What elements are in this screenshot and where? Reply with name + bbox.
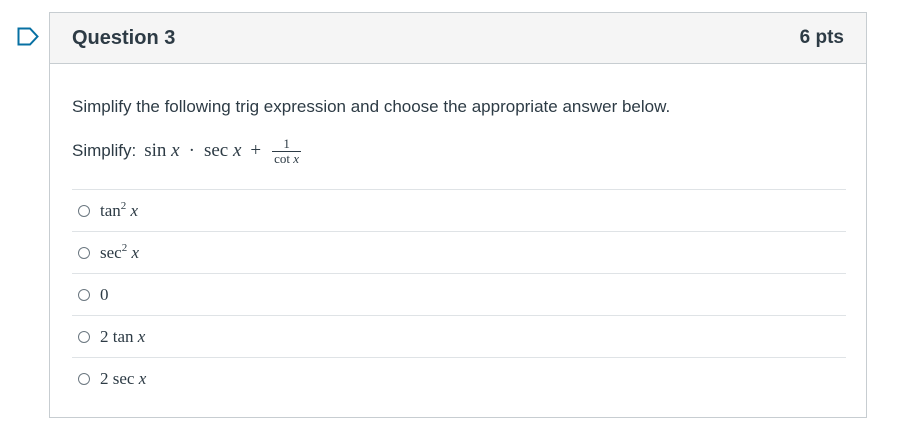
quiz-page: Question 3 6 pts Simplify the following … bbox=[0, 0, 900, 447]
question-prompt: Simplify the following trig expression a… bbox=[72, 97, 671, 116]
answer-coef: 0 bbox=[100, 284, 109, 304]
answer-var: x bbox=[138, 368, 147, 388]
answer-option[interactable]: sec2 x bbox=[72, 231, 846, 273]
question-points: 6 pts bbox=[799, 27, 844, 48]
math-expression: sin x · sec x + 1 cot x bbox=[144, 136, 302, 166]
answer-coef: 2 bbox=[100, 326, 109, 346]
answer-power: 2 bbox=[120, 199, 127, 212]
answer-fn: tan bbox=[100, 200, 121, 220]
answer-coef: 2 bbox=[100, 368, 109, 388]
simplify-line: Simplify: sin x · sec x + 1 cot x bbox=[72, 136, 302, 166]
radio-button-icon[interactable] bbox=[78, 288, 90, 301]
expr-term1-fn: sin bbox=[144, 139, 167, 161]
fraction-den-fn: cot bbox=[274, 151, 290, 166]
answer-fn: sec bbox=[112, 368, 135, 388]
simplify-label: Simplify: bbox=[72, 140, 137, 160]
expr-term2-var: x bbox=[232, 139, 242, 161]
answer-label: tan2 x bbox=[100, 199, 139, 221]
radio-button-icon[interactable] bbox=[78, 330, 90, 343]
answer-list: tan2 x sec2 x 0 2 tan x 2 sec x bbox=[72, 189, 846, 399]
answer-option[interactable]: tan2 x bbox=[72, 189, 846, 231]
expr-term1-var: x bbox=[171, 139, 180, 161]
answer-label: 0 bbox=[100, 285, 109, 305]
answer-label: 2 sec x bbox=[100, 369, 146, 389]
fraction-numerator: 1 bbox=[283, 136, 290, 151]
fraction-denominator: cot x bbox=[272, 152, 301, 166]
radio-button-icon[interactable] bbox=[78, 204, 90, 217]
expr-fraction: 1 cot x bbox=[272, 136, 302, 166]
radio-button-icon[interactable] bbox=[78, 246, 90, 259]
answer-fn: sec bbox=[100, 242, 122, 262]
flag-question-icon[interactable] bbox=[17, 27, 39, 46]
question-header: Question 3 6 pts bbox=[50, 13, 866, 64]
answer-option[interactable]: 2 sec x bbox=[72, 357, 846, 399]
expr-plus: + bbox=[250, 139, 262, 161]
answer-var: x bbox=[130, 200, 139, 220]
fraction-den-var: x bbox=[293, 151, 300, 166]
answer-option[interactable]: 0 bbox=[72, 273, 846, 315]
answer-label: 2 tan x bbox=[100, 327, 145, 347]
answer-option[interactable]: 2 tan x bbox=[72, 315, 846, 357]
answer-power: 2 bbox=[121, 241, 128, 254]
question-title: Question 3 bbox=[72, 27, 176, 49]
answer-var: x bbox=[131, 242, 140, 262]
expr-term2-fn: sec bbox=[203, 139, 229, 161]
answer-label: sec2 x bbox=[100, 241, 140, 263]
radio-button-icon[interactable] bbox=[78, 372, 90, 385]
expr-dot: · bbox=[188, 139, 195, 161]
answer-var: x bbox=[137, 326, 146, 346]
question-card: Question 3 6 pts Simplify the following … bbox=[49, 12, 867, 418]
answer-fn: tan bbox=[112, 326, 134, 346]
